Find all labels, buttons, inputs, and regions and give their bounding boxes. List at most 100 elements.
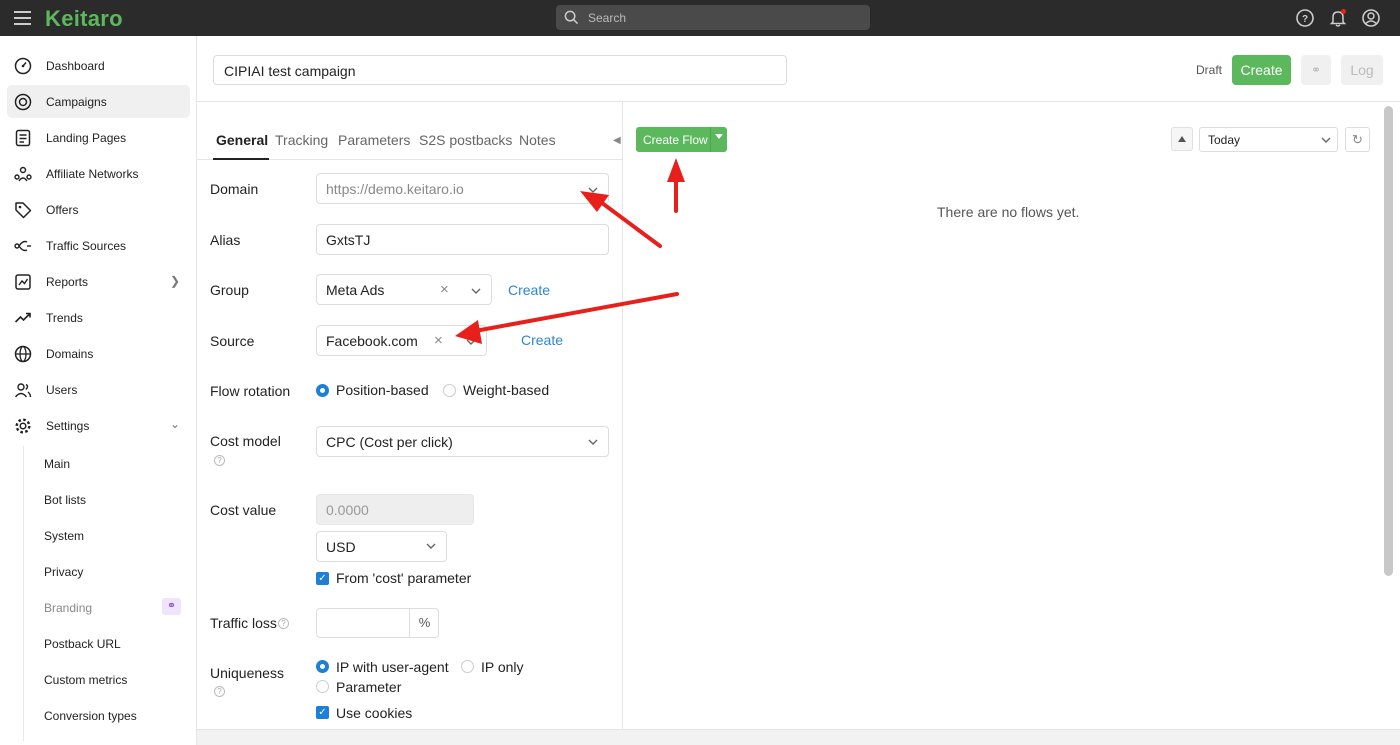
settings-sub-postback-url[interactable]: Postback URL bbox=[44, 637, 121, 651]
source-select[interactable]: Facebook.com bbox=[316, 325, 487, 356]
settings-icon bbox=[15, 418, 31, 434]
cost-parameter-checkbox[interactable]: ✓ bbox=[316, 572, 329, 585]
dashboard-icon bbox=[14, 57, 32, 75]
radio-position-based[interactable] bbox=[316, 384, 329, 397]
trends-icon bbox=[14, 312, 31, 323]
sidebar-item-domains[interactable]: Domains bbox=[7, 337, 190, 370]
cost-value-label: Cost value bbox=[210, 502, 277, 518]
refresh-icon: ↻ bbox=[1352, 132, 1363, 147]
create-button[interactable]: Create bbox=[1232, 55, 1291, 85]
search-input[interactable]: Search bbox=[556, 5, 870, 30]
period-select[interactable]: Today bbox=[1199, 127, 1338, 152]
flow-rotation-label: Flow rotation bbox=[210, 383, 291, 399]
sidebar-item-users[interactable]: Users bbox=[7, 373, 190, 406]
active-tab-indicator bbox=[213, 158, 269, 160]
radio-label: Weight-based bbox=[463, 382, 550, 398]
chevron-left-icon[interactable]: ◀ bbox=[613, 135, 621, 146]
premium-badge-icon: ⚭ bbox=[162, 598, 181, 615]
tab-tracking[interactable]: Tracking bbox=[275, 132, 328, 148]
create-flow-button[interactable]: Create Flow bbox=[636, 127, 727, 152]
help-icon[interactable]: ? bbox=[278, 618, 289, 629]
link-button[interactable]: ⚭ bbox=[1301, 55, 1331, 85]
radio-ip-only[interactable] bbox=[461, 660, 474, 673]
campaign-name-input[interactable]: CIPIAI test campaign bbox=[213, 55, 787, 85]
sidebar-item-affiliate-networks[interactable]: Affiliate Networks bbox=[7, 157, 190, 190]
settings-sub-privacy[interactable]: Privacy bbox=[44, 565, 83, 579]
tab-s2s-postbacks[interactable]: S2S postbacks bbox=[419, 132, 512, 148]
search-icon bbox=[564, 10, 579, 25]
sidebar-item-label: Offers bbox=[46, 203, 79, 217]
cost-model-select[interactable]: CPC (Cost per click) bbox=[316, 426, 609, 457]
chevron-down-icon bbox=[1321, 137, 1331, 143]
settings-sub-branding[interactable]: Branding bbox=[44, 601, 92, 615]
checkbox-label: From 'cost' parameter bbox=[336, 570, 472, 586]
tab-parameters[interactable]: Parameters bbox=[338, 132, 410, 148]
clear-icon[interactable]: × bbox=[434, 332, 443, 349]
status-badge: Draft bbox=[1196, 63, 1223, 77]
tab-notes[interactable]: Notes bbox=[519, 132, 556, 148]
cost-model-label: Cost model bbox=[210, 433, 281, 449]
refresh-button[interactable]: ↻ bbox=[1345, 127, 1370, 152]
vertical-scrollbar[interactable] bbox=[1384, 106, 1393, 576]
chevron-down-icon bbox=[588, 187, 598, 193]
main-content: CIPIAI test campaign Draft Create ⚭ Log … bbox=[197, 36, 1400, 745]
use-cookies-checkbox[interactable]: ✓ bbox=[316, 706, 329, 719]
empty-flows-message: There are no flows yet. bbox=[937, 204, 1080, 220]
landing-pages-icon bbox=[15, 129, 31, 147]
group-select[interactable]: Meta Ads bbox=[316, 274, 492, 305]
sidebar-item-dashboard[interactable]: Dashboard bbox=[7, 49, 190, 82]
sidebar-item-settings[interactable]: Settings ⌄ bbox=[7, 409, 190, 442]
chevron-down-icon: ⌄ bbox=[169, 417, 180, 431]
link-icon: ⚭ bbox=[1310, 63, 1322, 77]
clear-icon[interactable]: × bbox=[440, 281, 449, 298]
affiliate-networks-icon bbox=[14, 166, 32, 182]
group-label: Group bbox=[210, 282, 249, 298]
hamburger-menu-icon[interactable] bbox=[14, 11, 31, 25]
sidebar-item-label: Traffic Sources bbox=[46, 239, 127, 253]
cost-value-input: 0.0000 bbox=[316, 494, 474, 525]
radio-ip-user-agent[interactable] bbox=[316, 660, 329, 673]
caret-down-icon[interactable] bbox=[715, 134, 723, 139]
sidebar-item-trends[interactable]: Trends bbox=[7, 301, 190, 334]
offers-icon bbox=[15, 202, 32, 219]
help-icon[interactable]: ? bbox=[1295, 8, 1315, 28]
campaign-header: CIPIAI test campaign Draft Create ⚭ Log bbox=[197, 36, 1400, 102]
create-group-link[interactable]: Create bbox=[508, 282, 550, 298]
traffic-loss-label: Traffic loss bbox=[210, 615, 277, 631]
radio-label: Parameter bbox=[336, 679, 402, 695]
settings-sub-custom-metrics[interactable]: Custom metrics bbox=[44, 673, 127, 687]
log-button[interactable]: Log bbox=[1341, 55, 1383, 85]
sidebar-item-traffic-sources[interactable]: Traffic Sources bbox=[7, 229, 190, 262]
help-icon[interactable]: ? bbox=[214, 686, 225, 697]
settings-sub-conversion-types[interactable]: Conversion types bbox=[44, 709, 137, 723]
chevron-down-icon bbox=[588, 439, 598, 445]
chevron-down-icon[interactable] bbox=[466, 337, 476, 347]
app-logo[interactable]: Keitaro bbox=[45, 6, 123, 32]
sidebar-item-label: Reports bbox=[46, 275, 89, 289]
collapse-up-button[interactable] bbox=[1171, 127, 1193, 151]
radio-parameter[interactable] bbox=[316, 680, 329, 693]
alias-input[interactable]: GxtsTJ bbox=[316, 224, 609, 255]
sidebar-item-campaigns[interactable]: Campaigns bbox=[7, 85, 190, 118]
sidebar-item-reports[interactable]: Reports ❯ bbox=[7, 265, 190, 298]
percent-addon: % bbox=[409, 608, 439, 638]
sidebar-item-landing-pages[interactable]: Landing Pages bbox=[7, 121, 190, 154]
settings-sub-system[interactable]: System bbox=[44, 529, 84, 543]
sidebar-item-offers[interactable]: Offers bbox=[7, 193, 190, 226]
radio-label: Position-based bbox=[336, 382, 429, 398]
create-source-link[interactable]: Create bbox=[521, 332, 563, 348]
settings-sub-bot-lists[interactable]: Bot lists bbox=[44, 493, 86, 507]
tab-general[interactable]: General bbox=[216, 132, 268, 148]
notifications-bell-icon[interactable] bbox=[1328, 8, 1348, 28]
radio-weight-based[interactable] bbox=[443, 384, 456, 397]
help-icon[interactable]: ? bbox=[214, 455, 225, 466]
source-label: Source bbox=[210, 333, 255, 349]
domains-icon bbox=[14, 345, 32, 363]
domain-select[interactable]: https://demo.keitaro.io bbox=[316, 173, 609, 204]
settings-sub-main[interactable]: Main bbox=[44, 457, 70, 471]
reports-icon bbox=[15, 274, 31, 290]
chevron-down-icon[interactable] bbox=[471, 286, 481, 296]
caret-up-icon bbox=[1178, 136, 1186, 142]
account-icon[interactable] bbox=[1361, 8, 1381, 28]
search-placeholder: Search bbox=[588, 11, 627, 25]
